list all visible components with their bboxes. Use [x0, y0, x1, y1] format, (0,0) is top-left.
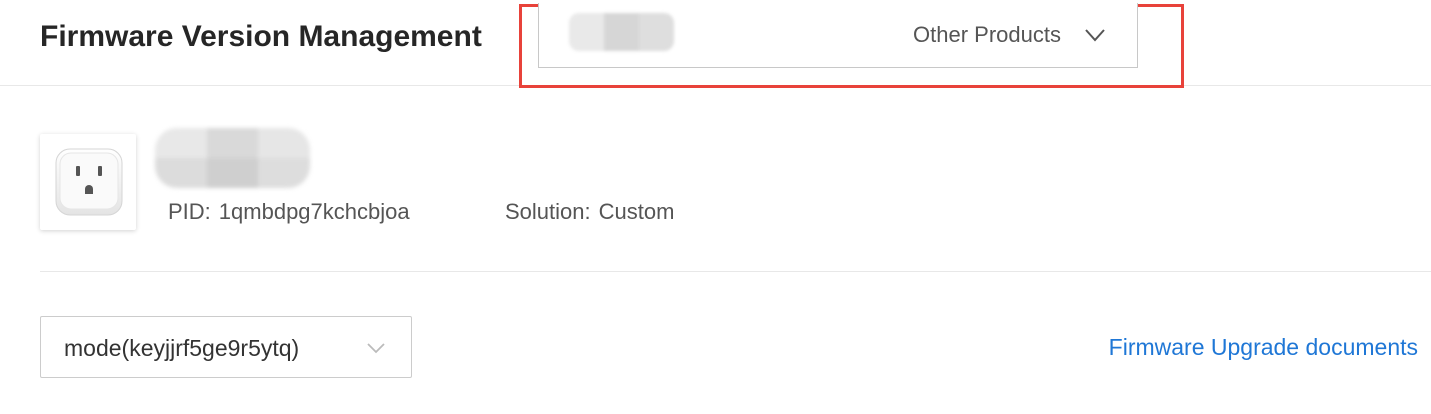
- solution-info: Solution: Custom: [505, 198, 674, 226]
- pid-info: PID: 1qmbdpg7kchcbjoa: [168, 198, 410, 226]
- product-selector[interactable]: Other Products: [538, 3, 1138, 68]
- pid-value: 1qmbdpg7kchcbjoa: [218, 199, 410, 224]
- blurred-product-title: [155, 128, 310, 188]
- solution-label: Solution:: [505, 199, 591, 224]
- page-header: Firmware Version Management Other Produc…: [0, 0, 1431, 88]
- firmware-version-management-page: Firmware Version Management Other Produc…: [0, 0, 1431, 414]
- mode-selector-value: mode(keyjjrf5ge9r5ytq): [64, 335, 300, 361]
- solution-value: Custom: [598, 199, 675, 224]
- blurred-product-name: [569, 13, 674, 51]
- pid-label: PID:: [168, 199, 211, 224]
- mode-selector[interactable]: mode(keyjjrf5ge9r5ytq): [40, 316, 412, 378]
- section-divider: [40, 271, 1431, 272]
- chevron-down-icon[interactable]: [365, 337, 387, 359]
- smart-plug-icon: [40, 134, 136, 230]
- firmware-upgrade-docs-link[interactable]: Firmware Upgrade documents: [1109, 333, 1418, 361]
- page-title: Firmware Version Management: [40, 20, 482, 53]
- chevron-down-icon[interactable]: [1083, 23, 1107, 47]
- product-selector-value: Other Products: [913, 22, 1061, 47]
